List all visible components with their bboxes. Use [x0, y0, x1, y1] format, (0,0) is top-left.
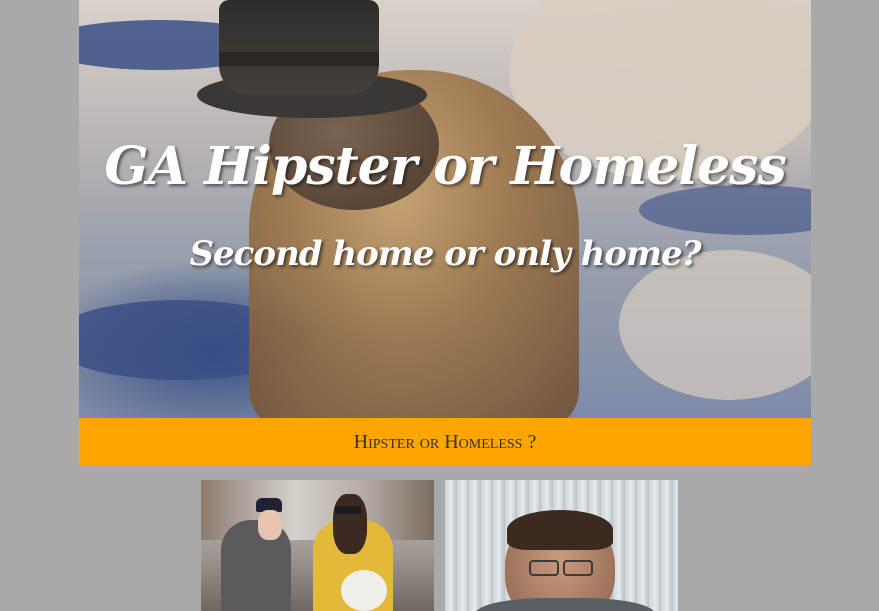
page-subtitle: Second home or only home?	[189, 234, 702, 274]
page: GA Hipster or Homeless Second home or on…	[0, 0, 879, 611]
photo-street-musicians[interactable]	[201, 480, 434, 611]
section-header-text: Hipster or Homeless ?	[353, 430, 537, 453]
section-header-bar: Hipster or Homeless ?	[79, 418, 811, 466]
hero-banner: GA Hipster or Homeless Second home or on…	[79, 0, 811, 418]
page-title: GA Hipster or Homeless	[104, 136, 786, 197]
photo-man-with-glasses[interactable]	[445, 480, 678, 611]
